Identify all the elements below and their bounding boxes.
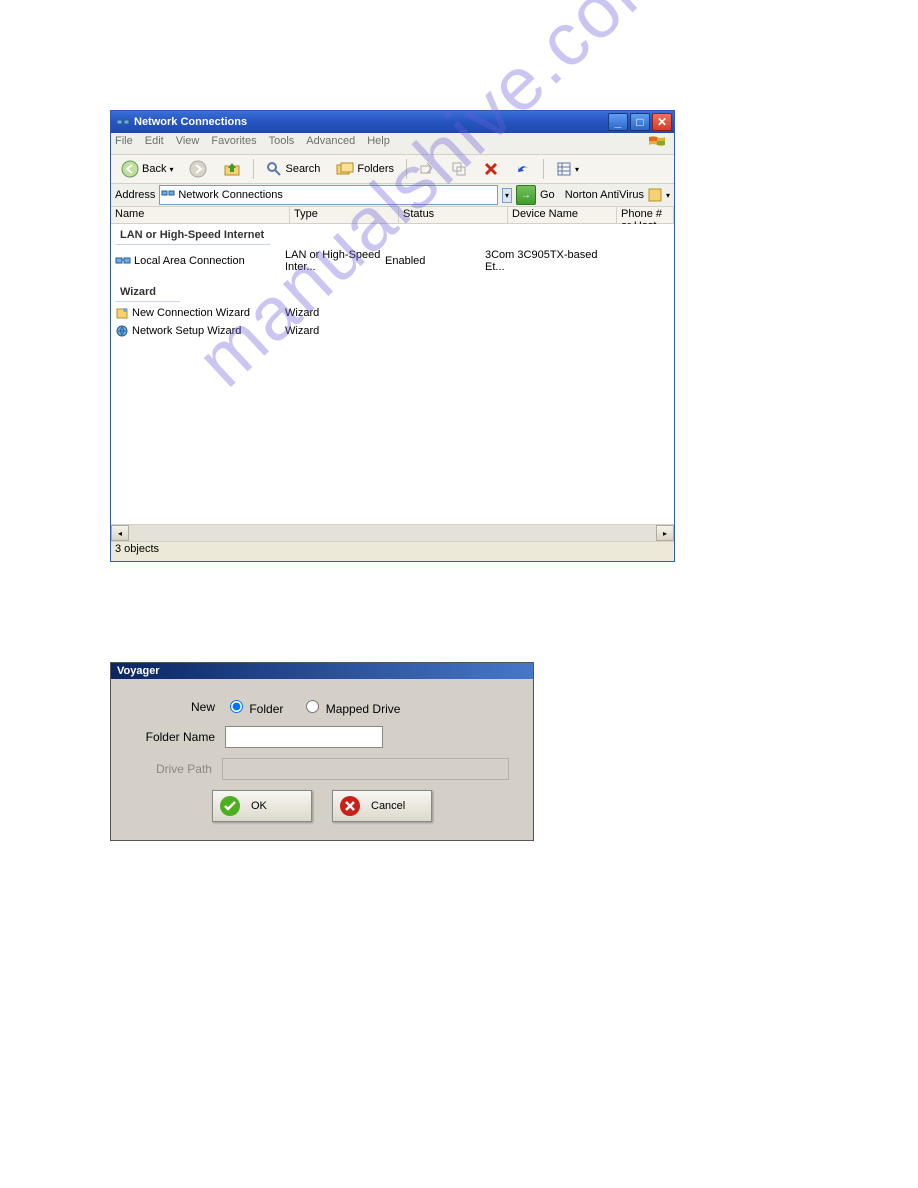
delete-button[interactable] [477, 158, 505, 180]
app-icon [116, 115, 130, 129]
folders-button[interactable]: Folders [330, 158, 400, 180]
xp-flag-icon [648, 135, 666, 152]
menu-view[interactable]: View [176, 135, 200, 152]
scroll-left-button[interactable]: ◂ [111, 525, 129, 541]
drive-path-label: Drive Path [135, 762, 212, 776]
up-button[interactable] [217, 157, 247, 181]
minimize-button[interactable]: _ [608, 113, 628, 131]
folder-up-icon [223, 160, 241, 178]
connection-icon [115, 254, 131, 268]
go-button[interactable]: → [516, 185, 536, 205]
move-icon [419, 161, 435, 177]
scroll-right-button[interactable]: ▸ [656, 525, 674, 541]
cancel-icon [339, 795, 361, 817]
views-button[interactable]: ▾ [550, 158, 585, 180]
separator [253, 159, 254, 179]
col-device[interactable]: Device Name [508, 207, 617, 223]
voyager-dialog: Voyager New Folder Mapped Drive Folder N… [110, 662, 534, 841]
ok-icon [219, 795, 241, 817]
maximize-button[interactable]: □ [630, 113, 650, 131]
col-name[interactable]: Name [111, 207, 290, 223]
search-button[interactable]: Search [260, 158, 326, 180]
group-lan: LAN or High-Speed Internet [115, 226, 270, 245]
forward-icon [189, 160, 207, 178]
copy-to-button[interactable] [445, 158, 473, 180]
network-wizard-icon [115, 324, 129, 338]
separator [406, 159, 407, 179]
address-bar: Address ▾ → Go Norton AntiVirus ▾ [111, 184, 674, 207]
undo-icon [515, 161, 531, 177]
folder-name-label: Folder Name [135, 730, 215, 744]
list-item[interactable]: New Connection Wizard Wizard [111, 304, 674, 322]
network-connections-window: Network Connections _ □ ✕ File Edit View… [110, 110, 675, 562]
folders-icon [336, 161, 354, 177]
undo-button[interactable] [509, 158, 537, 180]
menubar: File Edit View Favorites Tools Advanced … [111, 133, 674, 155]
titlebar[interactable]: Network Connections _ □ ✕ [111, 111, 674, 133]
col-type[interactable]: Type [290, 207, 399, 223]
ok-button[interactable]: OK [212, 790, 312, 822]
copy-icon [451, 161, 467, 177]
menu-help[interactable]: Help [367, 135, 390, 152]
cancel-button[interactable]: Cancel [332, 790, 432, 822]
address-input[interactable] [159, 185, 498, 205]
radio-folder[interactable] [230, 700, 243, 713]
menu-edit[interactable]: Edit [145, 135, 164, 152]
delete-icon [483, 161, 499, 177]
move-to-button[interactable] [413, 158, 441, 180]
folder-name-input[interactable] [225, 726, 383, 748]
radio-mapped[interactable] [306, 700, 319, 713]
separator [543, 159, 544, 179]
new-label: New [135, 700, 215, 714]
status-bar: 3 objects [111, 541, 674, 561]
horizontal-scrollbar[interactable]: ◂ ▸ [111, 524, 674, 541]
window-title: Network Connections [134, 116, 247, 128]
list-item[interactable]: Local Area Connection LAN or High-Speed … [111, 247, 674, 275]
list-area: LAN or High-Speed Internet Local Area Co… [111, 224, 674, 524]
norton-icon[interactable] [648, 188, 662, 202]
menu-tools[interactable]: Tools [269, 135, 295, 152]
forward-button[interactable] [183, 157, 213, 181]
go-label: Go [540, 189, 555, 201]
radio-mapped-label[interactable]: Mapped Drive [301, 697, 400, 716]
close-button[interactable]: ✕ [652, 113, 672, 131]
address-icon [161, 186, 175, 200]
radio-folder-label[interactable]: Folder [225, 697, 283, 716]
group-wizard: Wizard [115, 283, 180, 302]
address-label: Address [115, 189, 155, 201]
address-dropdown[interactable]: ▾ [502, 188, 512, 203]
menu-advanced[interactable]: Advanced [306, 135, 355, 152]
back-icon [121, 160, 139, 178]
column-headers: Name Type Status Device Name Phone # or … [111, 207, 674, 224]
dialog-title[interactable]: Voyager [111, 663, 533, 679]
col-phone[interactable]: Phone # or Host Addr [617, 207, 674, 223]
back-button[interactable]: Back▾ [115, 157, 179, 181]
toolbar: Back▾ Search Folders ▾ [111, 155, 674, 184]
search-icon [266, 161, 282, 177]
norton-label: Norton AntiVirus [565, 189, 644, 201]
wizard-icon [115, 306, 129, 320]
col-status[interactable]: Status [399, 207, 508, 223]
menu-favorites[interactable]: Favorites [211, 135, 256, 152]
drive-path-input [222, 758, 509, 780]
menu-file[interactable]: File [115, 135, 133, 152]
views-icon [556, 161, 572, 177]
list-item[interactable]: Network Setup Wizard Wizard [111, 322, 674, 340]
